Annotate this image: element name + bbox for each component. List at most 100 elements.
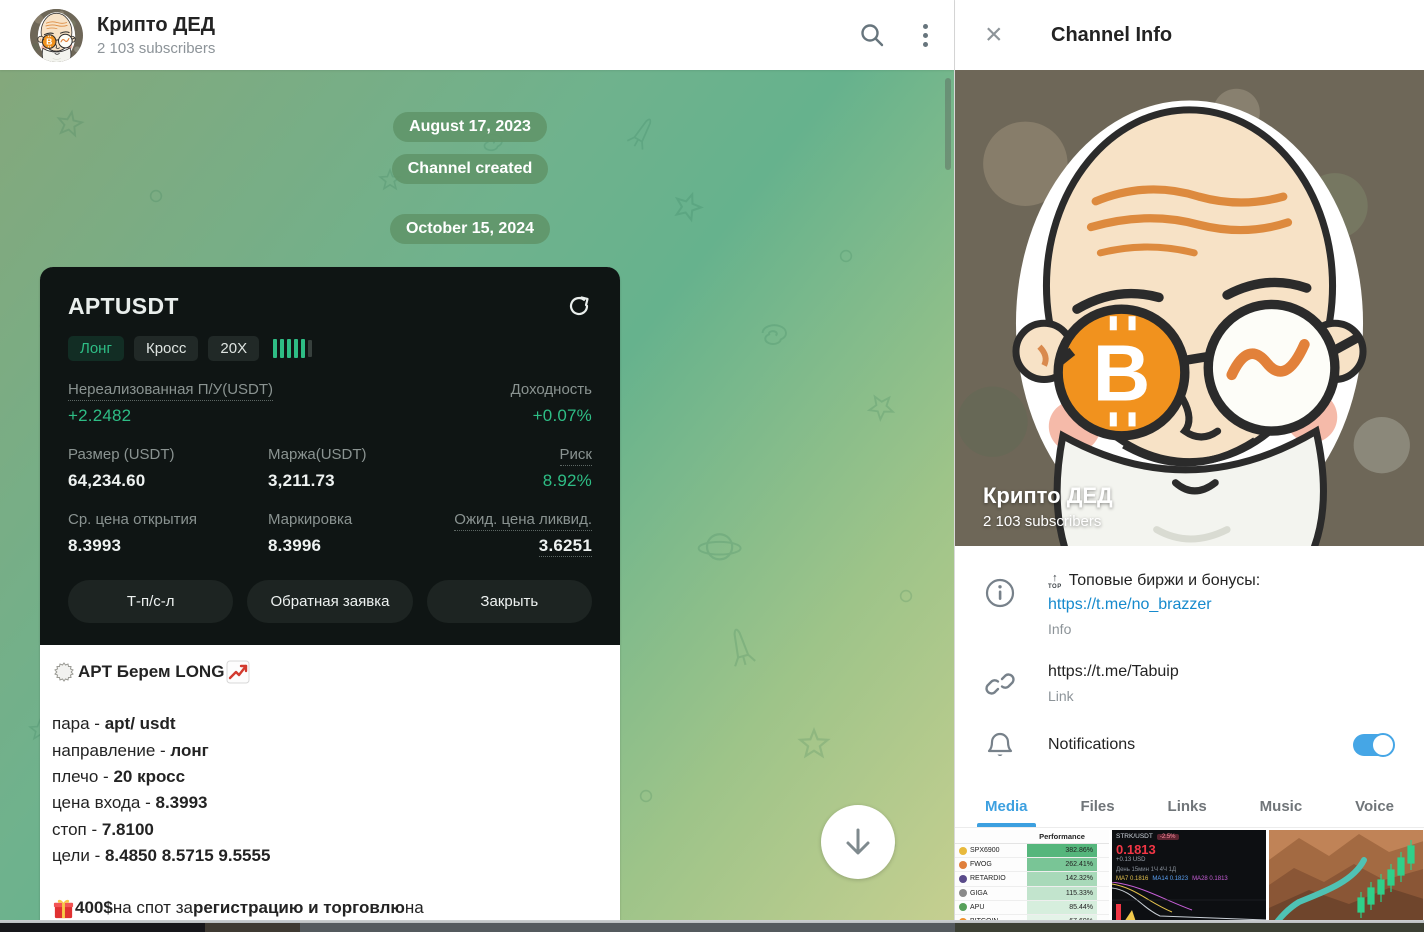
channel-info-pane: × Channel Info Крипто ДЕД 2 103 subscrib… [955,0,1424,932]
channel-avatar[interactable] [30,8,83,62]
tab-files[interactable]: Files [1080,798,1114,827]
channel-subscribers: 2 103 subscribers [97,39,216,57]
message-bubble: APTUSDT Лонг Кросс 20X Нереализованная П… [40,267,620,932]
profile-name: Крипто ДЕД [983,483,1113,508]
canyon-illustration [1269,830,1423,931]
service-pill: Channel created [391,154,549,184]
channel-profile-photo[interactable]: Крипто ДЕД 2 103 subscribers [955,70,1424,546]
risk-label: Риск [559,446,592,466]
chat-scrollbar[interactable] [945,78,951,170]
size-value: 64,234.60 [68,471,146,490]
signal-lines: пара - apt/ usdt направление - лонг плеч… [52,714,271,866]
info-panel-title: Channel Info [1051,23,1173,46]
date-pill: October 15, 2024 [389,214,551,244]
chart-change-badge: -2.5% [1156,833,1179,840]
date-badge[interactable]: October 15, 2024 [0,214,940,244]
close-position-button[interactable]: Закрыть [426,580,592,623]
trade-card-image[interactable]: APTUSDT Лонг Кросс 20X Нереализованная П… [40,267,620,645]
invite-link[interactable]: https://t.me/Tabuip [1048,663,1179,681]
media-thumb-trading-chart[interactable]: STRK/USDT -2.5% 0.1813 +0.13 USD День 15м… [1112,830,1266,932]
tab-music[interactable]: Music [1260,798,1303,827]
entry-price-value: 8.3993 [68,536,122,555]
coin-icon [959,903,967,912]
message-title-text: APT Берем LONG [78,662,225,681]
pnl-label: Нереализованная П/У(USDT) [68,381,274,401]
search-icon[interactable] [859,22,885,48]
chat-header: Крипто ДЕД 2 103 subscribers [0,0,954,70]
tab-voice[interactable]: Voice [1355,798,1394,827]
liq-price-value: 3.6251 [538,536,592,557]
liq-price-label: Ожид. цена ликвид. [454,511,592,531]
media-thumb-performance-table[interactable]: Performance SPX6900 382.86% FWOG 262.41%… [955,830,1109,932]
chat-pane: Крипто ДЕД 2 103 subscribers E=mc²100 Au… [0,0,955,932]
media-thumb-canyon-photo[interactable] [1269,830,1423,932]
entry-price-label: Ср. цена открытия [68,511,198,528]
menu-kebab-icon[interactable] [919,20,932,51]
gift-emoji [53,899,74,919]
about-headline: Топовые биржи и бонусы: [1068,572,1261,589]
side-tag: Лонг [68,336,124,361]
date-pill: August 17, 2023 [393,112,547,142]
info-header: × Channel Info [955,0,1424,70]
coin-icon [959,846,967,855]
risk-value: 8.92% [542,471,592,490]
close-icon[interactable]: × [985,20,1019,50]
chart-price: 0.1813 [1116,842,1156,857]
top-emoji: ↑ TOP [1048,571,1062,590]
profile-illustration [955,70,1424,546]
chart-timeframes: День 15мин 1Ч 4Ч 1Д [1116,867,1177,873]
about-link[interactable]: https://t.me/no_brazzer [1048,596,1260,614]
roi-value: +0.07% [532,406,592,425]
bell-icon [987,732,1013,757]
toggle-knob [1371,733,1395,757]
speech-bubble-emoji [54,662,74,683]
margin-value: 3,211.73 [268,471,335,490]
channel-title: Крипто ДЕД [97,13,215,36]
info-row-about[interactable]: ↑ TOP Топовые биржи и бонусы: https://t.m… [955,566,1424,651]
reverse-order-button[interactable]: Обратная заявка [247,580,413,623]
size-label: Размер (USDT) [68,446,175,463]
promo-line: 400$ на спот за регистрацию и торговлю н… [52,895,592,921]
mark-price-value: 8.3996 [268,536,322,555]
desktop-taskbar-sliver [0,920,1424,932]
profile-subscribers: 2 103 subscribers [983,513,1102,530]
info-row-link[interactable]: https://t.me/Tabuip Link [955,651,1424,718]
media-grid: Performance SPX6900 382.86% FWOG 262.41%… [955,830,1424,932]
coin-icon [959,874,967,883]
invite-link-caption: Link [1048,688,1074,704]
table-row: GIGA 115.33% [955,886,1109,901]
tab-media[interactable]: Media [977,798,1035,827]
tab-links[interactable]: Links [1168,798,1207,827]
service-badge: Channel created [0,154,940,184]
chart-up-emoji [226,660,250,684]
scroll-to-bottom-button[interactable] [821,805,895,879]
taskbar-segment [955,923,1424,932]
date-badge[interactable]: August 17, 2023 [0,112,940,142]
leverage-bars-icon [273,339,313,358]
arrow-down-icon [846,828,870,855]
chart-lines [1112,881,1266,922]
trade-symbol: APTUSDT [68,293,179,319]
table-row: FWOG 262.41% [955,858,1109,873]
table-row: RETARDIO 142.32% [955,872,1109,887]
info-icon [985,578,1015,608]
chart-ma-values: MA7 0.1816 MA14 0.1823 MA28 0.1813 [1116,876,1228,882]
tpsl-button[interactable]: Т-п/с-л [68,580,234,623]
photo-caption: Крипто ДЕД 2 103 subscribers [983,483,1113,530]
coin-icon [959,889,967,898]
notifications-toggle[interactable] [1353,733,1395,757]
taskbar-segment [0,923,205,932]
margin-mode-tag: Кросс [133,336,199,361]
pnl-value: +2.2482 [68,406,132,425]
mark-price-label: Маркировка [268,511,353,528]
info-rows: ↑ TOP Топовые биржи и бонусы: https://t.m… [955,546,1424,772]
avatar-illustration [30,8,83,62]
table-row: APU 85.44% [955,900,1109,915]
margin-label: Маржа(USDT) [268,446,367,463]
notifications-row[interactable]: Notifications [955,718,1424,772]
roi-label: Доходность [510,381,592,398]
chart-pair: STRK/USDT [1116,833,1153,840]
share-icon[interactable] [566,293,592,319]
coin-icon [959,860,967,869]
chat-header-meta[interactable]: Крипто ДЕД 2 103 subscribers [97,14,859,57]
